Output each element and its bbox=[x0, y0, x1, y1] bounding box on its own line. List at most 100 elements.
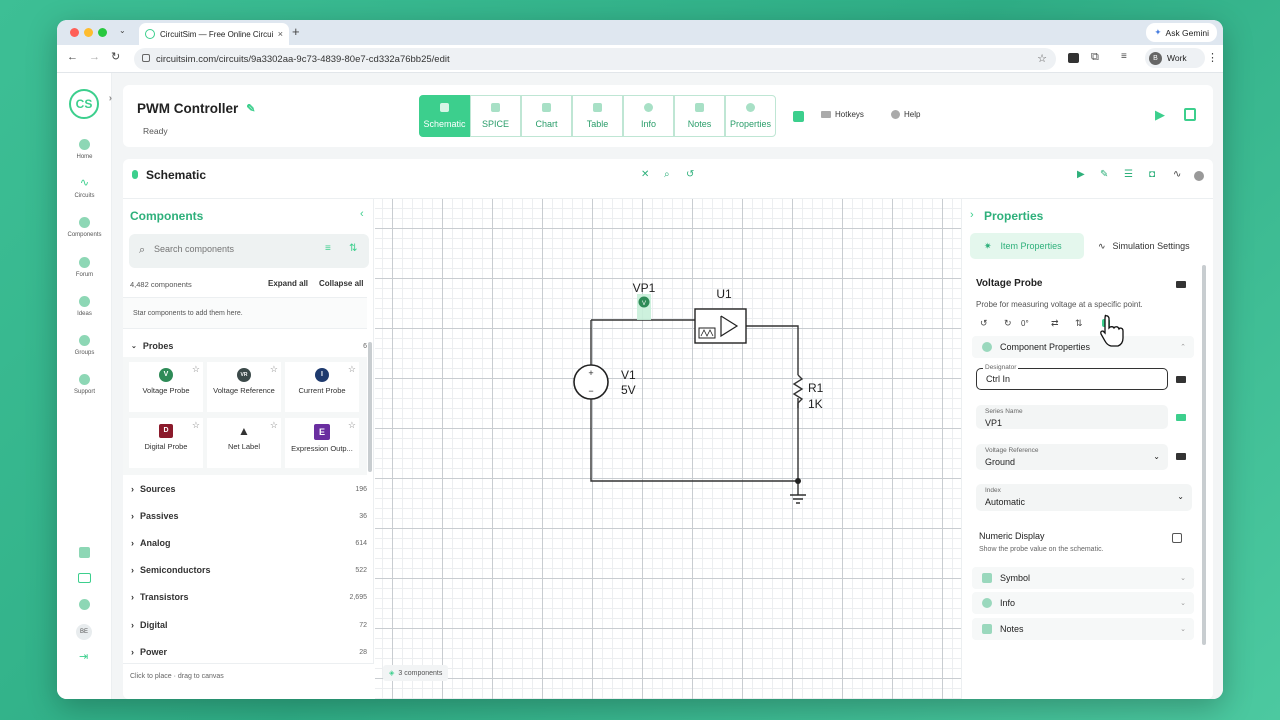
collapse-panel-chevron-icon[interactable]: ‹ bbox=[360, 208, 364, 220]
maximize-window-button[interactable] bbox=[98, 28, 107, 37]
tab-info[interactable]: Info bbox=[623, 95, 674, 137]
help-button[interactable]: Help bbox=[891, 110, 920, 119]
run-simulation-icon[interactable]: ▶ bbox=[1155, 107, 1165, 123]
chat-icon[interactable] bbox=[78, 573, 91, 583]
rail-item-forum[interactable]: Forum bbox=[57, 257, 112, 278]
series-name-field[interactable]: Series Name VP1 bbox=[976, 405, 1168, 429]
schematic-canvas[interactable]: V VP1 U1 + − V1 5V R1 1K ◈ 3 components bbox=[375, 199, 961, 699]
tab-chart[interactable]: Chart bbox=[521, 95, 572, 137]
tab-item-properties[interactable]: ✷ Item Properties bbox=[970, 233, 1084, 259]
voltage-reference-select[interactable]: Voltage Reference Ground ⌄ bbox=[976, 444, 1168, 470]
close-window-button[interactable] bbox=[70, 28, 79, 37]
component-card-voltage-reference[interactable]: ☆ VR Voltage Reference bbox=[207, 362, 281, 412]
sort-icon[interactable]: ⇅ bbox=[349, 243, 357, 254]
rotate-right-icon[interactable]: ↻ bbox=[1004, 318, 1012, 329]
collapse-all-button[interactable]: Collapse all bbox=[319, 279, 363, 288]
info-section[interactable]: Info ⌄ bbox=[972, 592, 1194, 614]
waveform-icon[interactable]: ∿ bbox=[1173, 170, 1183, 180]
category-transistors[interactable]: › Transistors 2,695 bbox=[131, 588, 367, 606]
component-card-voltage-probe[interactable]: ☆ V Voltage Probe bbox=[129, 362, 203, 412]
star-icon[interactable]: ☆ bbox=[348, 364, 356, 375]
tab-simulation-settings[interactable]: ∿ Simulation Settings bbox=[1094, 233, 1206, 259]
category-power[interactable]: › Power 28 bbox=[131, 643, 367, 661]
flip-vertical-icon[interactable]: ⇅ bbox=[1075, 318, 1083, 329]
tab-list-chevron-icon[interactable]: ⌄ bbox=[119, 26, 126, 35]
extension-icon[interactable] bbox=[1068, 53, 1079, 63]
rail-item-groups[interactable]: Groups bbox=[57, 335, 112, 356]
share-icon[interactable] bbox=[79, 547, 90, 558]
wire-top-right[interactable] bbox=[746, 325, 799, 375]
shield-icon[interactable] bbox=[79, 599, 90, 610]
logout-icon[interactable]: ⇥ bbox=[79, 650, 88, 663]
component-card-expression-output[interactable]: ☆ E Expression Outp... bbox=[285, 418, 359, 468]
bookmark-star-icon[interactable]: ☆ bbox=[1037, 52, 1047, 65]
rail-item-circuits[interactable]: ∿ Circuits bbox=[57, 178, 112, 200]
designator-input[interactable]: Ctrl In bbox=[986, 374, 1010, 384]
history-icon[interactable]: ↺ bbox=[686, 170, 696, 180]
numeric-display-checkbox[interactable] bbox=[1172, 533, 1182, 543]
component-card-net-label[interactable]: ☆ ▲ Net Label bbox=[207, 418, 281, 468]
hotkeys-button[interactable]: Hotkeys bbox=[821, 110, 864, 119]
star-icon[interactable]: ☆ bbox=[270, 420, 278, 431]
edit-pencil-icon[interactable]: ✎ bbox=[246, 102, 255, 115]
star-icon[interactable]: ☆ bbox=[270, 364, 278, 375]
search-input[interactable] bbox=[154, 244, 304, 254]
star-icon[interactable]: ☆ bbox=[192, 420, 200, 431]
category-digital[interactable]: › Digital 72 bbox=[131, 616, 367, 634]
user-avatar[interactable]: BE bbox=[76, 624, 92, 640]
tab-spice[interactable]: SPICE bbox=[470, 95, 521, 137]
browser-menu-icon[interactable]: ⋮ bbox=[1207, 51, 1218, 64]
tab-schematic[interactable]: Schematic bbox=[419, 95, 470, 137]
category-probes[interactable]: ⌄ Probes 6 bbox=[131, 337, 367, 355]
layout-grid-icon[interactable] bbox=[793, 111, 804, 122]
star-icon[interactable]: ☆ bbox=[348, 420, 356, 431]
designator-field[interactable]: Designator Ctrl In bbox=[976, 364, 1168, 390]
symbol-section[interactable]: Symbol ⌄ bbox=[972, 567, 1194, 589]
panel-scrollbar[interactable] bbox=[368, 342, 372, 472]
rail-item-ideas[interactable]: Ideas bbox=[57, 296, 112, 317]
vref-tag-icon[interactable] bbox=[1176, 453, 1186, 460]
new-tab-button[interactable]: + bbox=[292, 24, 300, 39]
tab-table[interactable]: Table bbox=[572, 95, 623, 137]
back-arrow-icon[interactable]: ← bbox=[67, 51, 78, 63]
close-tab-icon[interactable]: × bbox=[278, 29, 283, 39]
close-panel-icon[interactable] bbox=[1194, 171, 1204, 181]
notes-section[interactable]: Notes ⌄ bbox=[972, 618, 1194, 640]
search-box[interactable]: ⌕ ≡ ⇅ bbox=[129, 234, 369, 268]
index-select[interactable]: Index Automatic ⌄ bbox=[976, 484, 1192, 511]
series-tag-icon[interactable] bbox=[1176, 414, 1186, 421]
reload-icon[interactable]: ↻ bbox=[111, 50, 120, 63]
app-logo[interactable]: CS bbox=[69, 89, 99, 119]
rail-collapse-chevron-icon[interactable]: › bbox=[109, 93, 112, 103]
url-bar[interactable]: circuitsim.com/circuits/9a3302aa-9c73-48… bbox=[134, 48, 1056, 70]
tab-properties[interactable]: Properties bbox=[725, 95, 776, 137]
pen-icon[interactable]: ✎ bbox=[1100, 170, 1110, 180]
designator-tag-icon[interactable] bbox=[1176, 376, 1186, 383]
resistor-r1[interactable] bbox=[792, 374, 804, 408]
expand-all-button[interactable]: Expand all bbox=[268, 279, 308, 288]
camera-icon[interactable]: ◘ bbox=[1149, 170, 1159, 180]
component-card-digital-probe[interactable]: ☆ D Digital Probe bbox=[129, 418, 203, 468]
category-analog[interactable]: › Analog 614 bbox=[131, 534, 367, 552]
play-icon[interactable]: ▶ bbox=[1077, 170, 1087, 180]
minimize-window-button[interactable] bbox=[84, 28, 93, 37]
category-passives[interactable]: › Passives 36 bbox=[131, 507, 367, 525]
zoom-icon[interactable]: ⌕ bbox=[664, 170, 674, 180]
forward-arrow-icon[interactable]: → bbox=[89, 51, 100, 63]
star-icon[interactable]: ☆ bbox=[192, 364, 200, 375]
tag-icon[interactable] bbox=[1176, 281, 1186, 288]
rail-item-components[interactable]: Components bbox=[57, 217, 112, 238]
component-card-current-probe[interactable]: ☆ I Current Probe bbox=[285, 362, 359, 412]
rail-item-home[interactable]: Home bbox=[57, 139, 112, 160]
profile-button[interactable]: B Work bbox=[1145, 48, 1205, 68]
properties-scrollbar[interactable] bbox=[1202, 265, 1206, 645]
select-tool-icon[interactable]: ✕ bbox=[641, 170, 651, 180]
puzzle-extensions-icon[interactable]: ⧉ bbox=[1091, 51, 1099, 64]
browser-tab[interactable]: CircuitSim — Free Online Circuit Simulat… bbox=[139, 23, 289, 45]
list-icon[interactable]: ☰ bbox=[1124, 170, 1134, 180]
component-properties-section[interactable]: Component Properties ⌃ bbox=[972, 336, 1194, 358]
rotate-left-icon[interactable]: ↺ bbox=[980, 318, 988, 329]
ask-gemini-button[interactable]: ✦ Ask Gemini bbox=[1146, 23, 1217, 42]
collapse-properties-chevron-icon[interactable]: › bbox=[970, 209, 974, 221]
reading-list-icon[interactable]: ≡ bbox=[1121, 51, 1127, 62]
